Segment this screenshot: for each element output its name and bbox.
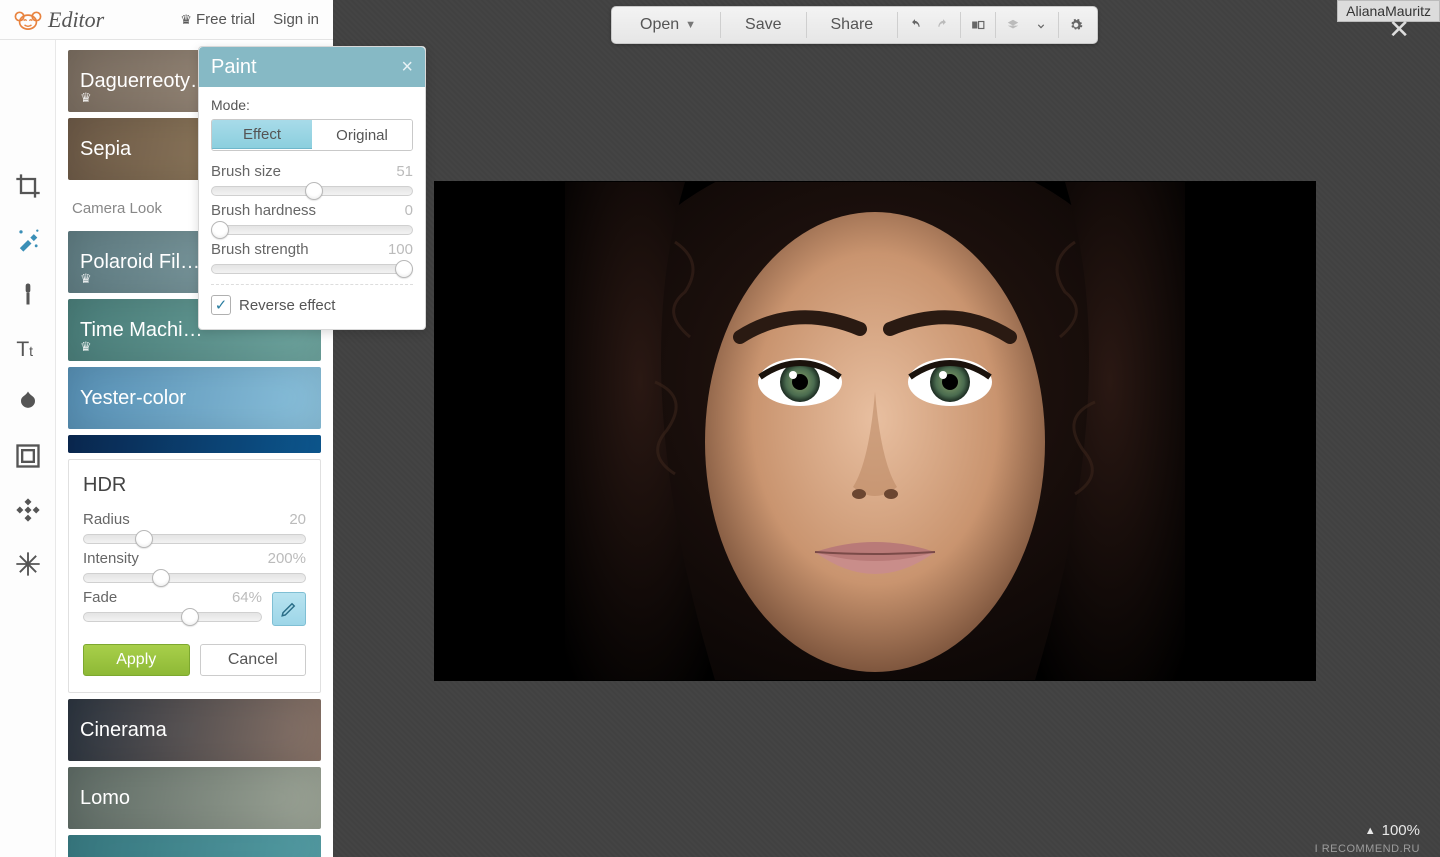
save-button[interactable]: Save [727, 6, 799, 44]
filter-hdr-thumb[interactable] [68, 435, 321, 453]
close-icon[interactable]: × [401, 56, 413, 79]
overlays-icon[interactable] [12, 386, 44, 418]
brush-size-slider[interactable]: Brush size 51 [211, 163, 413, 196]
main-toolbar: Open ▼ Save Share [611, 6, 1098, 44]
cancel-button[interactable]: Cancel [200, 644, 307, 676]
chevron-down-icon: ▼ [685, 19, 696, 31]
layers-icon[interactable] [1002, 14, 1024, 36]
mode-label: Mode: [211, 97, 413, 113]
filter-cinerama[interactable]: Cinerama [68, 699, 321, 761]
intensity-slider[interactable]: Intensity 200% [83, 550, 306, 583]
hdr-panel: HDR Radius 20 Intensity 200% Fade [68, 459, 321, 693]
filter-yester-color[interactable]: Yester-color [68, 367, 321, 429]
themes-icon[interactable] [12, 548, 44, 580]
open-button[interactable]: Open ▼ [622, 6, 714, 44]
crown-icon: ♛ [80, 339, 92, 355]
textures-icon[interactable] [12, 494, 44, 526]
text-icon[interactable]: Tt [12, 332, 44, 364]
filter-lomo[interactable]: Lomo [68, 767, 321, 829]
monkey-icon [14, 9, 42, 31]
gear-icon[interactable] [1065, 14, 1087, 36]
hdr-title: HDR [83, 474, 306, 497]
frames-icon[interactable] [12, 440, 44, 472]
sign-in-link[interactable]: Sign in [273, 11, 319, 28]
fade-slider[interactable]: Fade 64% [83, 589, 262, 622]
canvas-area: Open ▼ Save Share [333, 0, 1440, 857]
mode-effect-button[interactable]: Effect [211, 119, 313, 149]
close-icon[interactable]: ✕ [1388, 14, 1410, 45]
touchup-icon[interactable] [12, 278, 44, 310]
checkbox-icon: ✓ [211, 295, 231, 315]
undo-icon[interactable] [904, 14, 926, 36]
effects-icon[interactable] [12, 224, 44, 256]
logo: Editor [14, 7, 104, 33]
brush-hardness-slider[interactable]: Brush hardness 0 [211, 202, 413, 235]
triangle-up-icon: ▲ [1365, 825, 1376, 837]
tool-rail: Tt [0, 40, 56, 857]
apply-button[interactable]: Apply [83, 644, 190, 676]
paint-popover: Paint × Mode: Effect Original Brush size… [198, 46, 426, 330]
svg-text:T: T [16, 338, 29, 361]
mode-segment: Effect Original [211, 119, 413, 151]
filter-more[interactable] [68, 835, 321, 857]
reverse-effect-checkbox[interactable]: ✓ Reverse effect [211, 295, 413, 315]
app-header: Editor ♛ Free trial Sign in [0, 0, 333, 40]
image-canvas[interactable] [435, 182, 1315, 680]
crop-icon[interactable] [12, 170, 44, 202]
free-trial-link[interactable]: ♛ Free trial [180, 11, 255, 28]
download-arrow-icon[interactable] [1030, 14, 1052, 36]
paint-popover-header: Paint × [199, 47, 425, 87]
watermark: I RECOMMEND.RU [1315, 843, 1420, 855]
radius-slider[interactable]: Radius 20 [83, 511, 306, 544]
before-after-icon[interactable] [967, 14, 989, 36]
share-button[interactable]: Share [813, 6, 892, 44]
crown-icon: ♛ [180, 12, 192, 28]
portrait-image [565, 182, 1185, 680]
mode-original-button[interactable]: Original [312, 120, 412, 150]
brush-strength-slider[interactable]: Brush strength 100 [211, 241, 413, 274]
crown-icon: ♛ [80, 271, 92, 287]
zoom-indicator[interactable]: ▲ 100% [1365, 822, 1420, 839]
svg-text:t: t [29, 343, 33, 359]
paint-toggle-button[interactable] [272, 592, 306, 626]
redo-icon [932, 14, 954, 36]
crown-icon: ♛ [80, 90, 92, 106]
app-title: Editor [48, 7, 104, 33]
